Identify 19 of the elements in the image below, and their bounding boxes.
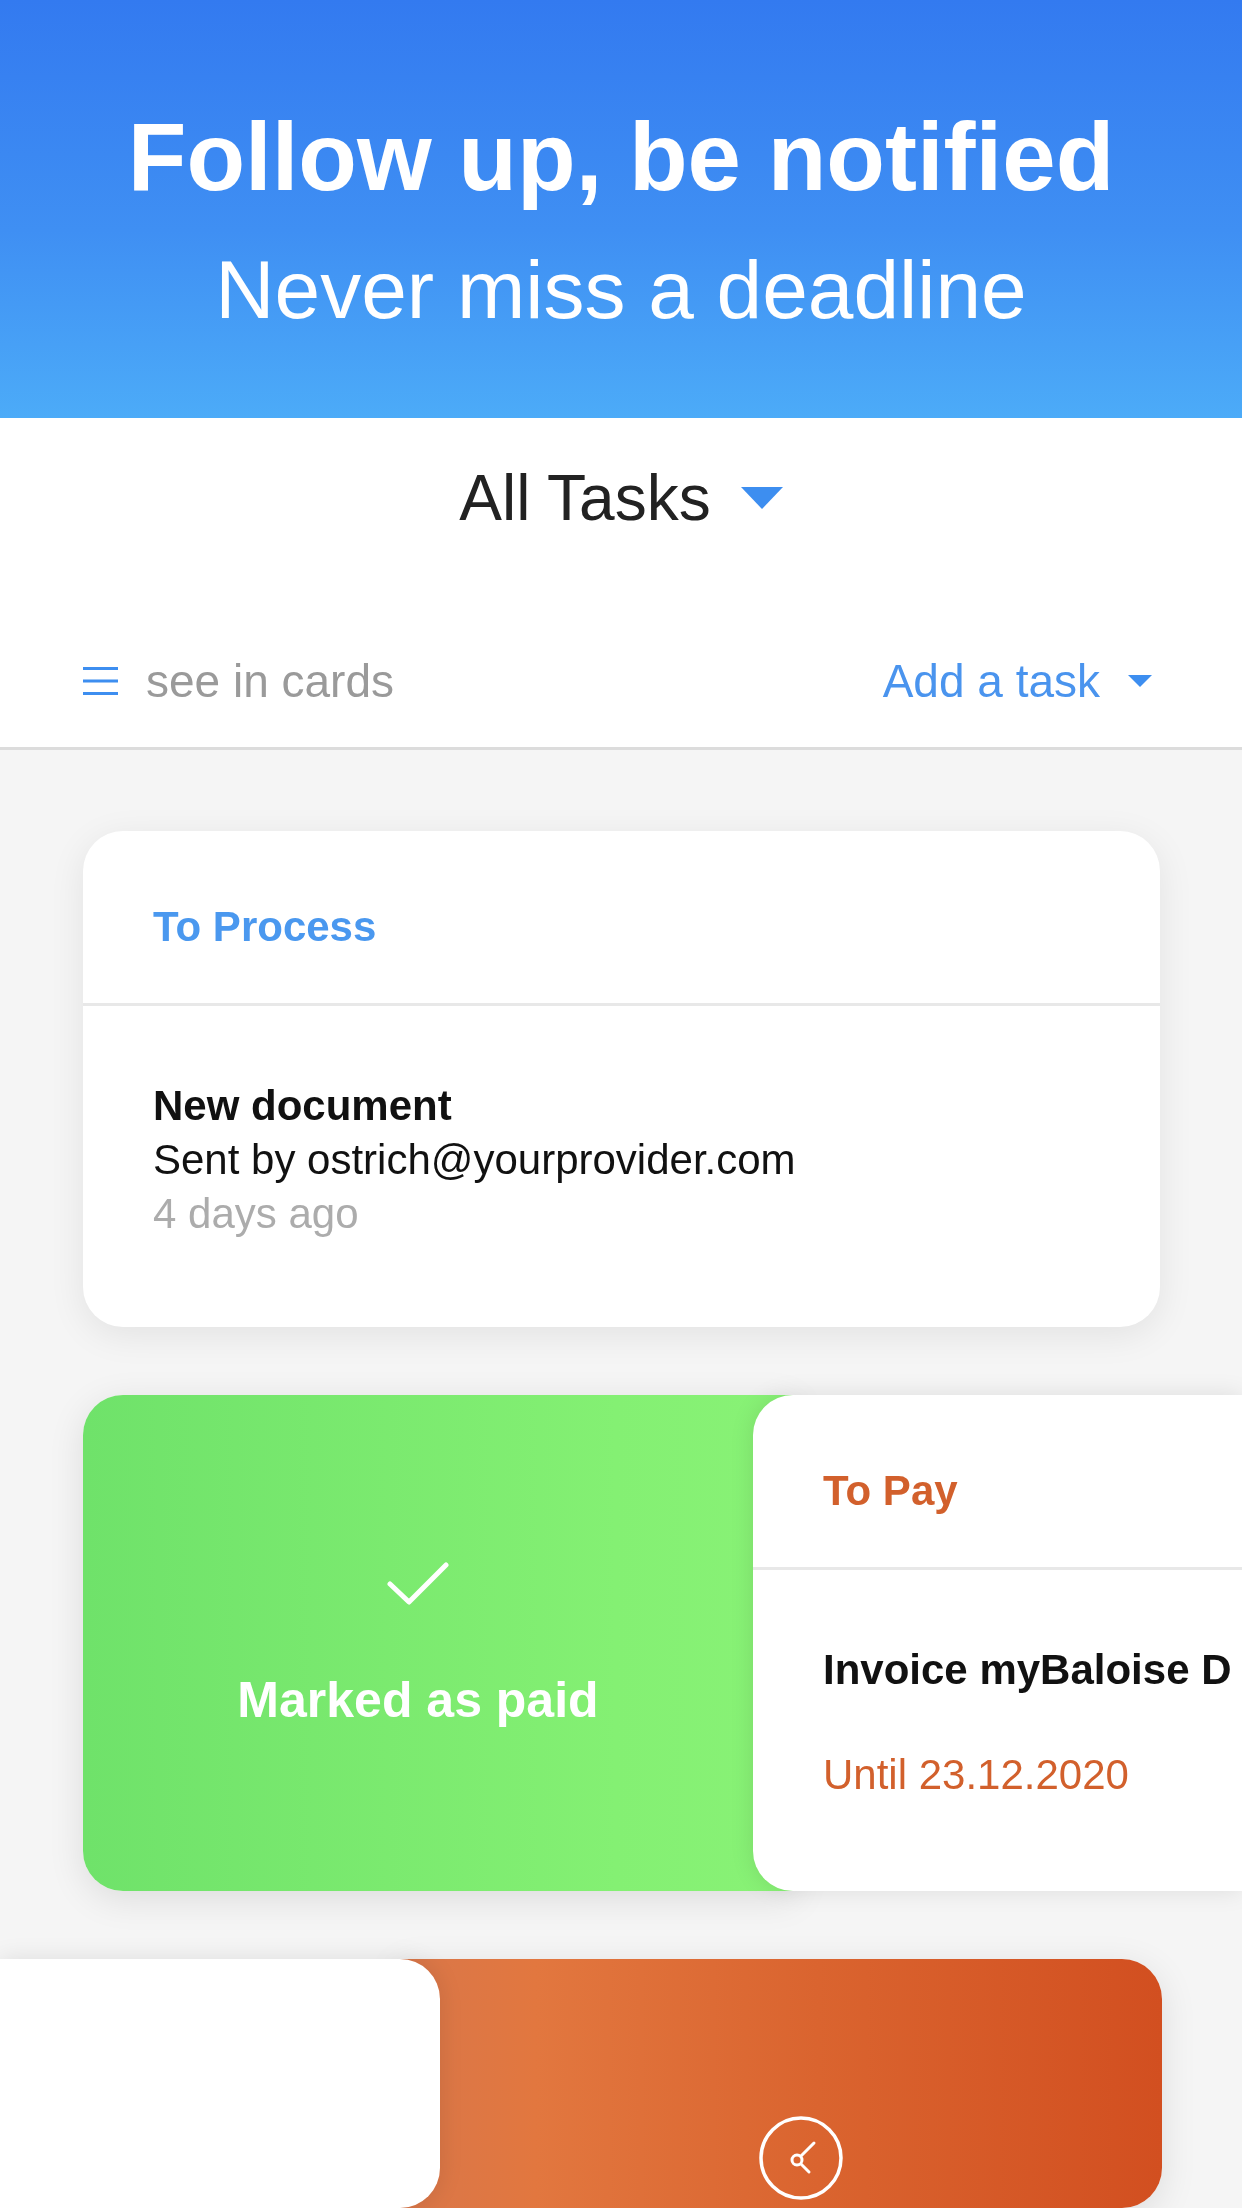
task-card[interactable] [0,1959,440,2208]
caret-down-icon [740,487,783,509]
clock-icon [759,2116,843,2200]
banner-title: Follow up, be notified [127,102,1115,212]
task-time: 4 days ago [153,1189,359,1239]
category-label: To Pay [823,1466,958,1516]
caret-down-icon [1128,675,1152,687]
due-date: Until 23.12.2020 [823,1750,1129,1800]
task-card[interactable]: To Process New document Sent by ostrich@yourprovider.com 4 days ago [83,831,1160,1327]
task-title: Invoice myBaloise D [823,1645,1232,1695]
check-icon [387,1562,449,1606]
category-label: To Process [153,902,377,952]
task-card[interactable]: To Pay Invoice myBaloise D Until 23.12.2020 [753,1395,1242,1891]
filter-dropdown[interactable]: All Tasks [459,458,783,538]
action-label: Marked as paid [237,1672,599,1728]
task-sender: Sent by ostrich@yourprovider.com [153,1135,796,1185]
banner-subtitle: Never miss a deadline [215,243,1027,337]
menu-icon [83,666,118,696]
task-title: New document [153,1081,452,1131]
